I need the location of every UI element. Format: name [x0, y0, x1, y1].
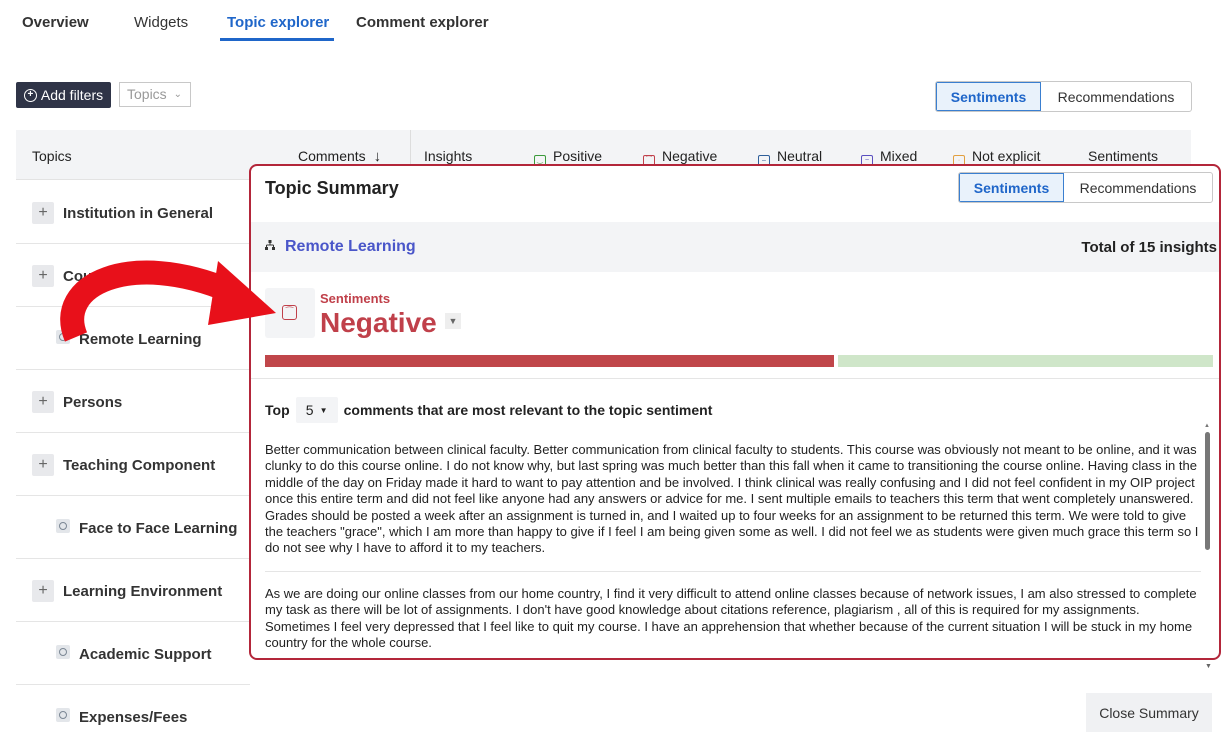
- header-comments[interactable]: Comments ↓: [298, 148, 381, 165]
- arrow-down-icon: ↓: [373, 148, 382, 165]
- sentiment-dropdown-caret-icon[interactable]: ▼: [445, 313, 461, 329]
- recommendations-toggle-button[interactable]: Recommendations: [1041, 82, 1191, 111]
- top-comments-line: Top 5 ▼ comments that are most relevant …: [265, 397, 712, 423]
- sentiment-value: Negative: [320, 307, 437, 338]
- header-topics: Topics: [32, 148, 72, 164]
- expand-plus-icon[interactable]: +: [32, 454, 54, 476]
- row-label: Persons: [63, 394, 123, 411]
- top-suffix: comments that are most relevant to the t…: [343, 402, 713, 418]
- header-sentiments: Sentiments: [1088, 148, 1159, 164]
- expand-plus-icon[interactable]: +: [32, 580, 54, 602]
- topic-link[interactable]: Remote Learning: [285, 238, 416, 256]
- sentiments-toggle-button[interactable]: Sentiments: [936, 82, 1041, 111]
- header-positive-label: Positive: [553, 148, 603, 164]
- table-row[interactable]: + Persons: [16, 370, 250, 433]
- header-not-explicit-label: Not explicit: [972, 148, 1041, 164]
- table-row[interactable]: Academic Support: [16, 622, 250, 685]
- tab-overview[interactable]: Overview: [22, 14, 89, 31]
- table-row[interactable]: Expenses/Fees: [16, 685, 250, 748]
- chevron-down-icon: ⌄: [173, 89, 182, 100]
- header-comments-label: Comments: [298, 148, 366, 164]
- add-filters-button[interactable]: + Add filters: [16, 82, 111, 108]
- header-insights: Insights: [424, 148, 473, 164]
- topic-leaf-icon: [56, 519, 70, 533]
- expand-plus-icon[interactable]: +: [32, 391, 54, 413]
- expand-plus-icon[interactable]: +: [32, 202, 54, 224]
- panel-title: Topic Summary: [265, 178, 399, 198]
- row-label: Learning Environment: [63, 583, 223, 600]
- add-filters-label: Add filters: [40, 87, 104, 103]
- header-mixed-label: Mixed: [880, 148, 918, 164]
- topics-filter-select[interactable]: Topics ⌄: [119, 82, 191, 107]
- table-row[interactable]: Face to Face Learning: [16, 496, 250, 559]
- comments-list[interactable]: Better communication between clinical fa…: [265, 442, 1201, 658]
- close-summary-button[interactable]: Close Summary: [1086, 693, 1212, 732]
- topics-select-placeholder: Topics: [127, 86, 167, 102]
- tab-widgets[interactable]: Widgets: [134, 14, 188, 31]
- topic-leaf-icon: [56, 708, 70, 722]
- topic-summary-panel: Topic Summary Sentiments Recommendations…: [249, 164, 1221, 660]
- topic-breadcrumb-bar: Remote Learning Total of 15 insights: [251, 222, 1219, 272]
- caret-down-icon: ▼: [319, 405, 328, 415]
- table-row[interactable]: + Teaching Component: [16, 433, 250, 496]
- total-insights: Total of 15 insights: [1081, 239, 1217, 256]
- header-neutral-label: Neutral: [777, 148, 823, 164]
- negative-bar-segment: [265, 355, 834, 367]
- comment-item: As we are doing our online classes from …: [265, 585, 1197, 651]
- top-count-value: 5: [305, 402, 314, 418]
- top-count-select[interactable]: 5 ▼: [295, 397, 338, 423]
- top-nav: Overview Widgets Topic explorer Comment …: [0, 0, 1224, 50]
- row-label: Teaching Component: [63, 457, 216, 474]
- top-prefix: Top: [265, 402, 290, 418]
- row-label: Academic Support: [79, 646, 212, 663]
- negative-face-icon: ⁀: [282, 305, 297, 320]
- active-tab-indicator: [220, 38, 334, 41]
- table-row[interactable]: + Learning Environment: [16, 559, 250, 622]
- tab-topic-explorer[interactable]: Topic explorer: [227, 14, 329, 31]
- scroll-up-icon[interactable]: ▲: [1204, 423, 1210, 429]
- row-label: Institution in General: [63, 205, 214, 222]
- tab-comment-explorer[interactable]: Comment explorer: [356, 14, 489, 31]
- comments-scrollbar[interactable]: [1205, 432, 1210, 550]
- sentiment-label: Sentiments: [320, 291, 391, 306]
- summary-recommendations-button[interactable]: Recommendations: [1064, 173, 1212, 202]
- header-negative-label: Negative: [662, 148, 718, 164]
- summary-view-toggle: Sentiments Recommendations: [958, 172, 1213, 203]
- row-label: Face to Face Learning: [79, 520, 238, 537]
- divider: [251, 378, 1219, 379]
- positive-bar-segment: [838, 355, 1213, 367]
- comment-item: Better communication between clinical fa…: [265, 442, 1201, 572]
- scroll-down-icon[interactable]: ▼: [1205, 663, 1212, 670]
- topic-leaf-icon: [56, 645, 70, 659]
- row-label: Expenses/Fees: [79, 709, 188, 726]
- summary-sentiments-button[interactable]: Sentiments: [959, 173, 1064, 202]
- view-toggle: Sentiments Recommendations: [935, 81, 1192, 112]
- sentiment-bar: [265, 355, 1213, 367]
- annotation-arrow-icon: [60, 260, 276, 342]
- plus-circle-icon: +: [23, 88, 37, 102]
